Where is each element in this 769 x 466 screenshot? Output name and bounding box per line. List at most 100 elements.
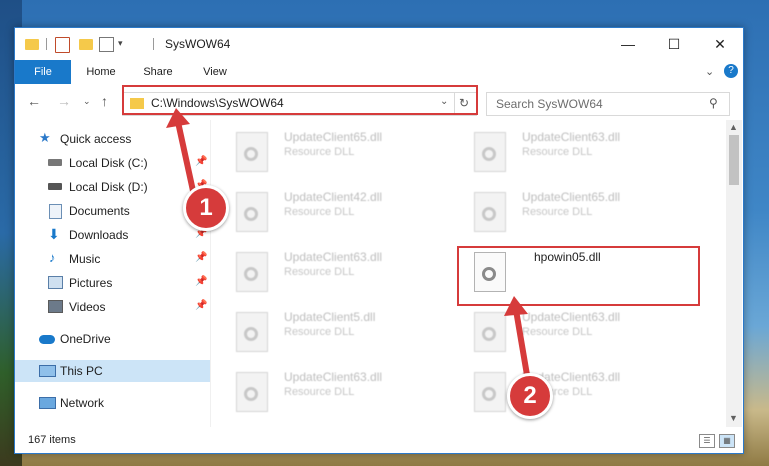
documents-icon xyxy=(49,204,62,219)
file-tile[interactable]: UpdateClient65.dll Resource DLL xyxy=(211,126,431,174)
vertical-scrollbar[interactable]: ▲ ▼ xyxy=(726,120,742,427)
help-icon[interactable]: ? xyxy=(724,64,738,78)
file-name: UpdateClient5.dll xyxy=(284,310,376,324)
file-type: Resource DLL xyxy=(284,386,355,398)
navigation-pane: ★ Quick access Local Disk (C:) 📌 Local D… xyxy=(15,120,211,427)
sidebar-item-network[interactable]: Network xyxy=(15,392,210,414)
pin-icon[interactable]: 📌 xyxy=(195,156,207,167)
sidebar-item-label: Downloads xyxy=(69,228,129,242)
close-icon[interactable]: ✕ xyxy=(697,28,743,60)
sidebar-item-label: Local Disk (D:) xyxy=(69,180,148,194)
sidebar-item-downloads[interactable]: ⬇ Downloads 📌 xyxy=(15,224,210,246)
up-arrow-icon[interactable]: ↑ xyxy=(101,93,108,109)
dll-file-icon xyxy=(236,312,268,352)
file-tile[interactable]: UpdateClient63.dll Resource DLL xyxy=(211,366,431,414)
dll-file-icon xyxy=(236,192,268,232)
file-type: Resource DLL xyxy=(284,326,355,338)
file-type: Resource DLL xyxy=(522,326,593,338)
sidebar-item-label: Music xyxy=(69,252,101,266)
title-bar: ▾ SysWOW64 — ☐ ✕ xyxy=(15,28,743,60)
sidebar-item-label: OneDrive xyxy=(60,332,111,346)
scroll-up-icon[interactable]: ▲ xyxy=(729,122,738,132)
tab-file[interactable]: File xyxy=(15,60,71,84)
sidebar-item-onedrive[interactable]: OneDrive xyxy=(15,328,210,350)
sidebar-item-label: Local Disk (C:) xyxy=(69,156,148,170)
sidebar-item-quick-access[interactable]: ★ Quick access xyxy=(15,128,210,150)
drive-icon xyxy=(48,159,62,166)
tab-home[interactable]: Home xyxy=(75,60,127,84)
sidebar-item-music[interactable]: ♪ Music 📌 xyxy=(15,248,210,270)
divider xyxy=(153,38,154,50)
file-type: Resource DLL xyxy=(522,146,593,158)
ribbon: File Home Share View ⌄ ? xyxy=(15,60,743,85)
navigation-bar: ← → ⌄ ↑ C:\Windows\SysWOW64 ⌄ ↻ Search S… xyxy=(15,84,743,118)
network-icon xyxy=(39,397,56,409)
tab-share[interactable]: Share xyxy=(132,60,184,84)
explorer-window: ▾ SysWOW64 — ☐ ✕ File Home Share View ⌄ … xyxy=(14,27,744,454)
dll-file-icon xyxy=(474,312,506,352)
sidebar-item-this-pc[interactable]: This PC xyxy=(15,360,210,382)
back-arrow-icon[interactable]: ← xyxy=(27,93,41,109)
file-type: Resource DLL xyxy=(522,206,593,218)
dll-file-icon xyxy=(474,192,506,232)
new-folder-icon[interactable] xyxy=(79,39,93,50)
dll-file-icon xyxy=(474,132,506,172)
dll-file-icon xyxy=(236,132,268,172)
file-tile[interactable]: UpdateClient5.dll Resource DLL xyxy=(211,306,431,354)
file-tile[interactable]: UpdateClient63.dll Resource DLL xyxy=(211,246,431,294)
file-name: UpdateClient65.dll xyxy=(522,190,621,204)
window-title: SysWOW64 xyxy=(165,37,231,51)
file-tile[interactable]: UpdateClient65.dll Resource DLL xyxy=(449,186,669,234)
file-highlight-box xyxy=(457,246,700,306)
search-icon[interactable]: ⚲ xyxy=(709,96,718,110)
sidebar-item-label: Network xyxy=(60,396,105,410)
file-name: UpdateClient63.dll xyxy=(522,310,621,324)
music-icon: ♪ xyxy=(49,250,56,265)
file-type: Resource DLL xyxy=(284,206,355,218)
file-tile[interactable]: UpdateClient42.dll Resource DLL xyxy=(211,186,431,234)
scrollbar-thumb[interactable] xyxy=(729,135,739,185)
chevron-down-icon[interactable]: ⌄ xyxy=(705,65,714,78)
file-tile[interactable]: UpdateClient63.dll Resource DLL xyxy=(449,126,669,174)
address-highlight-box xyxy=(122,85,478,115)
divider xyxy=(46,38,47,50)
folder-icon xyxy=(25,39,39,50)
properties-icon[interactable] xyxy=(55,37,70,53)
computer-icon xyxy=(39,365,56,377)
scroll-down-icon[interactable]: ▼ xyxy=(729,413,738,423)
sidebar-item-label: Videos xyxy=(69,300,106,314)
file-name: UpdateClient65.dll xyxy=(284,130,383,144)
sidebar-item-local-disk-d[interactable]: Local Disk (D:) 📌 xyxy=(15,176,210,198)
drive-icon xyxy=(48,183,62,190)
customize-icon[interactable] xyxy=(99,37,114,52)
sidebar-item-local-disk-c[interactable]: Local Disk (C:) 📌 xyxy=(15,152,210,174)
pin-icon[interactable]: 📌 xyxy=(195,252,207,263)
item-count: 167 items xyxy=(28,434,76,446)
details-view-icon[interactable]: ☰ xyxy=(699,434,715,448)
maximize-icon[interactable]: ☐ xyxy=(651,28,697,60)
forward-arrow-icon[interactable]: → xyxy=(57,93,71,109)
sidebar-item-pictures[interactable]: Pictures 📌 xyxy=(15,272,210,294)
sidebar-item-videos[interactable]: Videos 📌 xyxy=(15,296,210,318)
file-type: Resource DLL xyxy=(284,146,355,158)
sidebar-item-documents[interactable]: Documents 📌 xyxy=(15,200,210,222)
search-placeholder: Search SysWOW64 xyxy=(496,97,603,111)
pin-icon[interactable]: 📌 xyxy=(195,300,207,311)
download-icon: ⬇ xyxy=(48,226,60,242)
chevron-down-icon[interactable]: ⌄ xyxy=(83,96,91,107)
dll-file-icon xyxy=(236,252,268,292)
search-input[interactable]: Search SysWOW64 ⚲ xyxy=(486,92,730,116)
pin-icon[interactable]: 📌 xyxy=(195,276,207,287)
sidebar-item-label: Pictures xyxy=(69,276,113,290)
tab-view[interactable]: View xyxy=(189,60,241,84)
tiles-view-icon[interactable]: ▦ xyxy=(719,434,735,448)
minimize-icon[interactable]: — xyxy=(605,28,651,60)
sidebar-item-label: This PC xyxy=(60,364,103,378)
star-icon: ★ xyxy=(39,130,51,145)
file-tile[interactable]: UpdateClient63.dll Resource DLL xyxy=(449,366,669,414)
videos-icon xyxy=(48,300,63,313)
chevron-down-icon[interactable]: ▾ xyxy=(118,38,123,54)
dll-file-icon xyxy=(474,372,506,412)
pictures-icon xyxy=(48,276,63,289)
file-tile[interactable]: UpdateClient63.dll Resource DLL xyxy=(449,306,669,354)
